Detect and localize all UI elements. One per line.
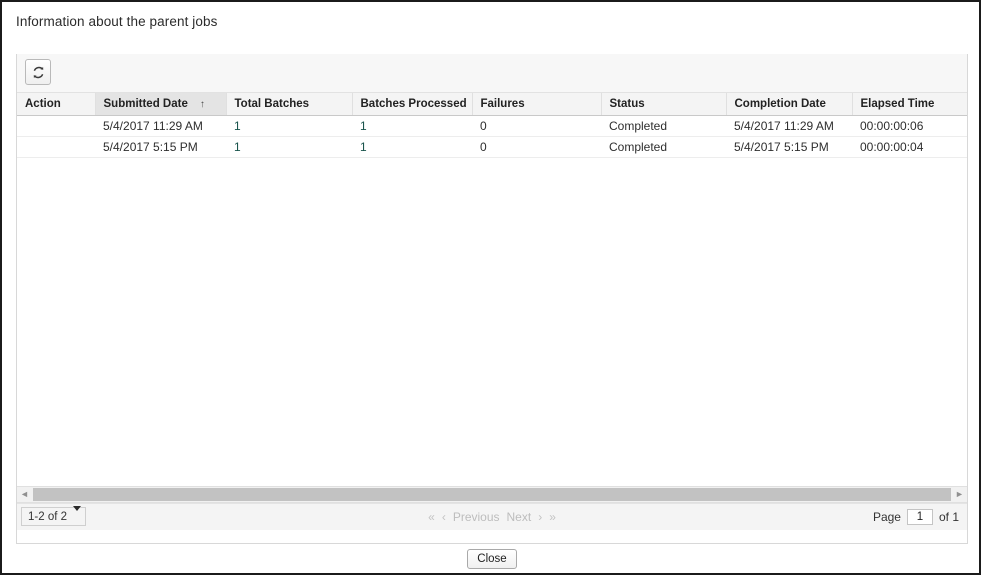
column-header-action[interactable]: Action <box>17 93 96 116</box>
cell-action <box>17 136 95 158</box>
cell-failures: 0 <box>472 136 601 158</box>
cell-status: Completed <box>601 136 726 158</box>
page-title: Information about the parent jobs <box>16 14 218 29</box>
total-pages-label: of 1 <box>938 510 959 524</box>
dialog-footer: Close <box>16 544 968 573</box>
grid-toolbar <box>17 54 967 93</box>
column-header-status[interactable]: Status <box>601 93 727 116</box>
column-header-label: Status <box>609 97 645 110</box>
jobs-grid: Action Submitted Date ↑ Total Batches Bat… <box>17 93 967 158</box>
previous-page-link[interactable]: Previous <box>453 510 500 524</box>
cell-batches-processed: 1 <box>352 136 472 158</box>
page-number-input[interactable] <box>906 509 933 525</box>
next-page-icon[interactable]: › <box>538 510 542 524</box>
grid-header-row: Action Submitted Date ↑ Total Batches Bat… <box>17 93 967 116</box>
jobs-grid-scroll-region: Action Submitted Date ↑ Total Batches Bat… <box>17 93 967 486</box>
refresh-button[interactable] <box>25 59 51 85</box>
pager-bar: 1-2 of 2 « ‹ Previous Next › » Page of 1 <box>17 503 967 530</box>
column-header-label: Elapsed Time <box>860 97 935 110</box>
chevron-down-icon <box>73 505 81 523</box>
cell-submitted-date: 5/4/2017 11:29 AM <box>95 115 226 137</box>
next-page-link[interactable]: Next <box>507 510 532 524</box>
scroll-right-glyph: ► <box>955 489 964 499</box>
page-label: Page <box>872 510 901 524</box>
cell-completion-date: 5/4/2017 5:15 PM <box>726 136 852 158</box>
previous-page-icon[interactable]: ‹ <box>442 510 446 524</box>
cell-total-batches: 1 <box>226 136 352 158</box>
sort-ascending-icon: ↑ <box>199 98 205 110</box>
cell-action <box>17 115 95 137</box>
first-page-icon[interactable]: « <box>428 510 435 524</box>
column-header-batches-processed[interactable]: Batches Processed <box>352 93 473 116</box>
cell-completion-date: 5/4/2017 11:29 AM <box>726 115 852 137</box>
cell-elapsed-time: 00:00:00:06 <box>852 115 967 137</box>
scroll-left-glyph: ◄ <box>20 489 29 499</box>
scroll-left-arrow-icon[interactable]: ◄ <box>17 487 32 502</box>
cell-failures: 0 <box>472 115 601 137</box>
app-window: Information about the parent jobs Action… <box>0 0 981 575</box>
column-header-label: Completion Date <box>734 97 826 110</box>
column-header-label: Action <box>25 97 61 110</box>
column-header-label: Submitted Date <box>103 97 188 110</box>
column-header-total-batches[interactable]: Total Batches <box>226 93 353 116</box>
refresh-icon <box>31 65 46 80</box>
page-size-dropdown[interactable]: 1-2 of 2 <box>21 505 86 526</box>
cell-status: Completed <box>601 115 726 137</box>
jobs-list-panel: Action Submitted Date ↑ Total Batches Bat… <box>16 54 968 544</box>
close-button[interactable]: Close <box>467 549 517 569</box>
scroll-right-arrow-icon[interactable]: ► <box>952 487 967 502</box>
column-header-label: Batches Processed <box>360 97 467 110</box>
column-header-failures[interactable]: Failures <box>472 93 602 116</box>
page-range-label: 1-2 of 2 <box>28 510 67 523</box>
column-header-label: Total Batches <box>234 97 310 110</box>
table-row[interactable]: 5/4/2017 11:29 AM 1 1 0 Completed 5/4/20… <box>17 115 967 137</box>
horizontal-scrollbar[interactable]: ◄ ► <box>17 486 967 503</box>
cell-batches-processed: 1 <box>352 115 472 137</box>
cell-elapsed-time: 00:00:00:04 <box>852 136 967 158</box>
pagination-controls: « ‹ Previous Next › » <box>17 504 967 530</box>
column-header-label: Failures <box>480 97 525 110</box>
cell-total-batches: 1 <box>226 115 352 137</box>
column-header-completion-date[interactable]: Completion Date <box>726 93 853 116</box>
page-number-group: Page of 1 <box>873 504 959 530</box>
cell-submitted-date: 5/4/2017 5:15 PM <box>95 136 226 158</box>
table-row[interactable]: 5/4/2017 5:15 PM 1 1 0 Completed 5/4/201… <box>17 136 967 158</box>
scrollbar-thumb[interactable] <box>33 488 951 501</box>
last-page-icon[interactable]: » <box>549 510 556 524</box>
column-header-elapsed-time[interactable]: Elapsed Time <box>852 93 967 116</box>
column-header-submitted-date[interactable]: Submitted Date ↑ <box>95 93 227 116</box>
